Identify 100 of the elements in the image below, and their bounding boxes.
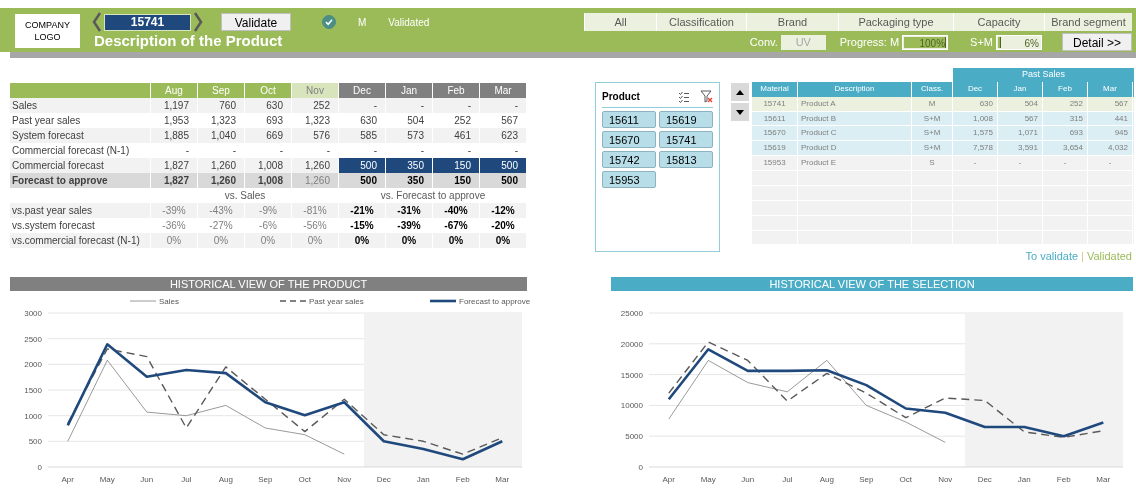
table-cell: 3,591 [998, 141, 1043, 156]
filter-tab[interactable]: Brand [746, 13, 838, 31]
clear-filter-icon[interactable] [700, 90, 713, 103]
conv-field: UV [780, 34, 826, 50]
section-heading: vs. Forecast to approve [379, 189, 487, 203]
axis-label: Jan [416, 475, 430, 484]
axis-label: Aug [819, 475, 834, 484]
material-row[interactable]: 15953 Product E S - - - - [752, 156, 1134, 172]
table-cell: 4,032 [1088, 141, 1133, 156]
table-cell: 1,008 [245, 173, 292, 188]
axis-label: Nov [337, 475, 352, 484]
up-arrow-icon [736, 89, 744, 95]
axis-label: Oct [899, 475, 912, 484]
multi-select-icon[interactable] [678, 90, 690, 103]
table-cell: 0% [433, 233, 480, 248]
legend-separator: | [1081, 249, 1084, 265]
axis-label: Jun [140, 475, 154, 484]
previous-icon[interactable] [92, 12, 102, 32]
status-legend-item: Validated [1086, 249, 1132, 265]
down-arrow-icon [736, 109, 744, 115]
slicer-item[interactable]: 15813 [659, 151, 713, 168]
slicer-item[interactable]: 15670 [602, 131, 656, 148]
slicer-item[interactable]: 15741 [659, 131, 713, 148]
detail-button[interactable]: Detail >> [1062, 33, 1132, 52]
table-cell: 15670 [752, 126, 798, 141]
scroll-up-button[interactable] [730, 82, 750, 102]
axis-label: 0 [37, 463, 42, 472]
axis-label: Jul [782, 475, 793, 484]
table-cell: M [912, 96, 953, 111]
axis-label: Jan [1017, 475, 1031, 484]
table-cell: Product B [798, 111, 912, 126]
group-header: Past Sales [953, 68, 1134, 82]
table-cell: 0% [292, 233, 339, 248]
table-cell: Product D [798, 141, 912, 156]
axis-label: Nov [938, 475, 953, 484]
table-cell[interactable]: 150 [433, 158, 480, 173]
validate-button[interactable]: Validate [221, 13, 291, 31]
column-header: Sep [198, 83, 245, 98]
class-label: M [358, 15, 367, 30]
axis-label: 15000 [620, 370, 643, 380]
column-header: Jan [386, 83, 433, 98]
table-cell: S+M [912, 141, 953, 156]
column-header: Feb [433, 83, 480, 98]
table-cell: 1,071 [998, 126, 1043, 141]
axis-label: 1500 [24, 386, 42, 395]
axis-label: Feb [455, 475, 470, 484]
slicer-item[interactable]: 15611 [602, 111, 656, 128]
axis-label: 2500 [24, 334, 42, 344]
filter-tab[interactable]: Packaging type [838, 13, 953, 31]
table-cell: - [953, 156, 998, 171]
axis-label: May [99, 475, 115, 484]
table-cell: 0% [339, 233, 386, 248]
progress-reading: 100% [919, 36, 946, 51]
table-cell: S+M [912, 126, 953, 141]
slicer-item[interactable]: 15953 [602, 171, 656, 188]
table-cell: 0% [245, 233, 292, 248]
axis-label: Mar [1096, 475, 1111, 484]
table-cell: 0% [151, 233, 198, 248]
axis-label: Sep [859, 475, 874, 484]
product-title: Description of the Product [94, 32, 284, 50]
progress-label: Progress: M [839, 35, 900, 50]
table-cell: 315 [1043, 111, 1088, 126]
legend-item: Sales [129, 297, 179, 306]
table-cell: 1,575 [953, 126, 998, 141]
column-header: Oct [245, 83, 292, 98]
table-cell: - [998, 156, 1043, 171]
chart-title: HISTORICAL VIEW OF THE PRODUCT [10, 277, 527, 291]
axis-label: Jun [741, 475, 755, 484]
scroll-down-button[interactable] [730, 102, 750, 122]
filter-tab[interactable]: Brand segment [1044, 13, 1132, 31]
table-cell[interactable]: 500 [480, 158, 527, 173]
table-cell: 945 [1088, 126, 1133, 141]
slicer-item[interactable]: 15619 [659, 111, 713, 128]
table-cell: 15619 [752, 141, 798, 156]
progress-reading: 6% [1024, 36, 1039, 51]
table-cell: 500 [480, 173, 527, 188]
table-cell: 693 [1043, 126, 1088, 141]
table-cell[interactable]: 350 [386, 158, 433, 173]
material-row[interactable]: 15670 Product C S+M 1,575 1,071 693 945 [752, 126, 1134, 142]
axis-label: 3000 [24, 309, 42, 318]
table-cell: S+M [912, 111, 953, 126]
axis-label: 500 [28, 437, 42, 447]
axis-label: 1000 [24, 411, 42, 421]
filter-tab[interactable]: Classification [656, 13, 746, 31]
column-header: Nov [292, 83, 339, 98]
table-cell: 1,827 [151, 173, 198, 188]
table-cell: 150 [433, 173, 480, 188]
filter-tab[interactable]: All [584, 13, 656, 31]
table-cell: 567 [1088, 96, 1133, 111]
slicer-item[interactable]: 15742 [602, 151, 656, 168]
product-code-field[interactable]: 15741 [104, 13, 191, 31]
material-row[interactable]: 15619 Product D S+M 7,578 3,591 3,654 4,032 [752, 141, 1134, 157]
table-cell: 0% [480, 233, 527, 248]
table-cell: 252 [1043, 96, 1088, 111]
filter-tab[interactable]: Capacity [953, 13, 1044, 31]
legend-label: Forecast to approve [459, 297, 531, 306]
table-cell: 441 [1088, 111, 1133, 126]
table-cell: 1,260 [198, 173, 245, 188]
table-cell[interactable]: 500 [339, 158, 386, 173]
next-icon[interactable] [193, 12, 203, 32]
